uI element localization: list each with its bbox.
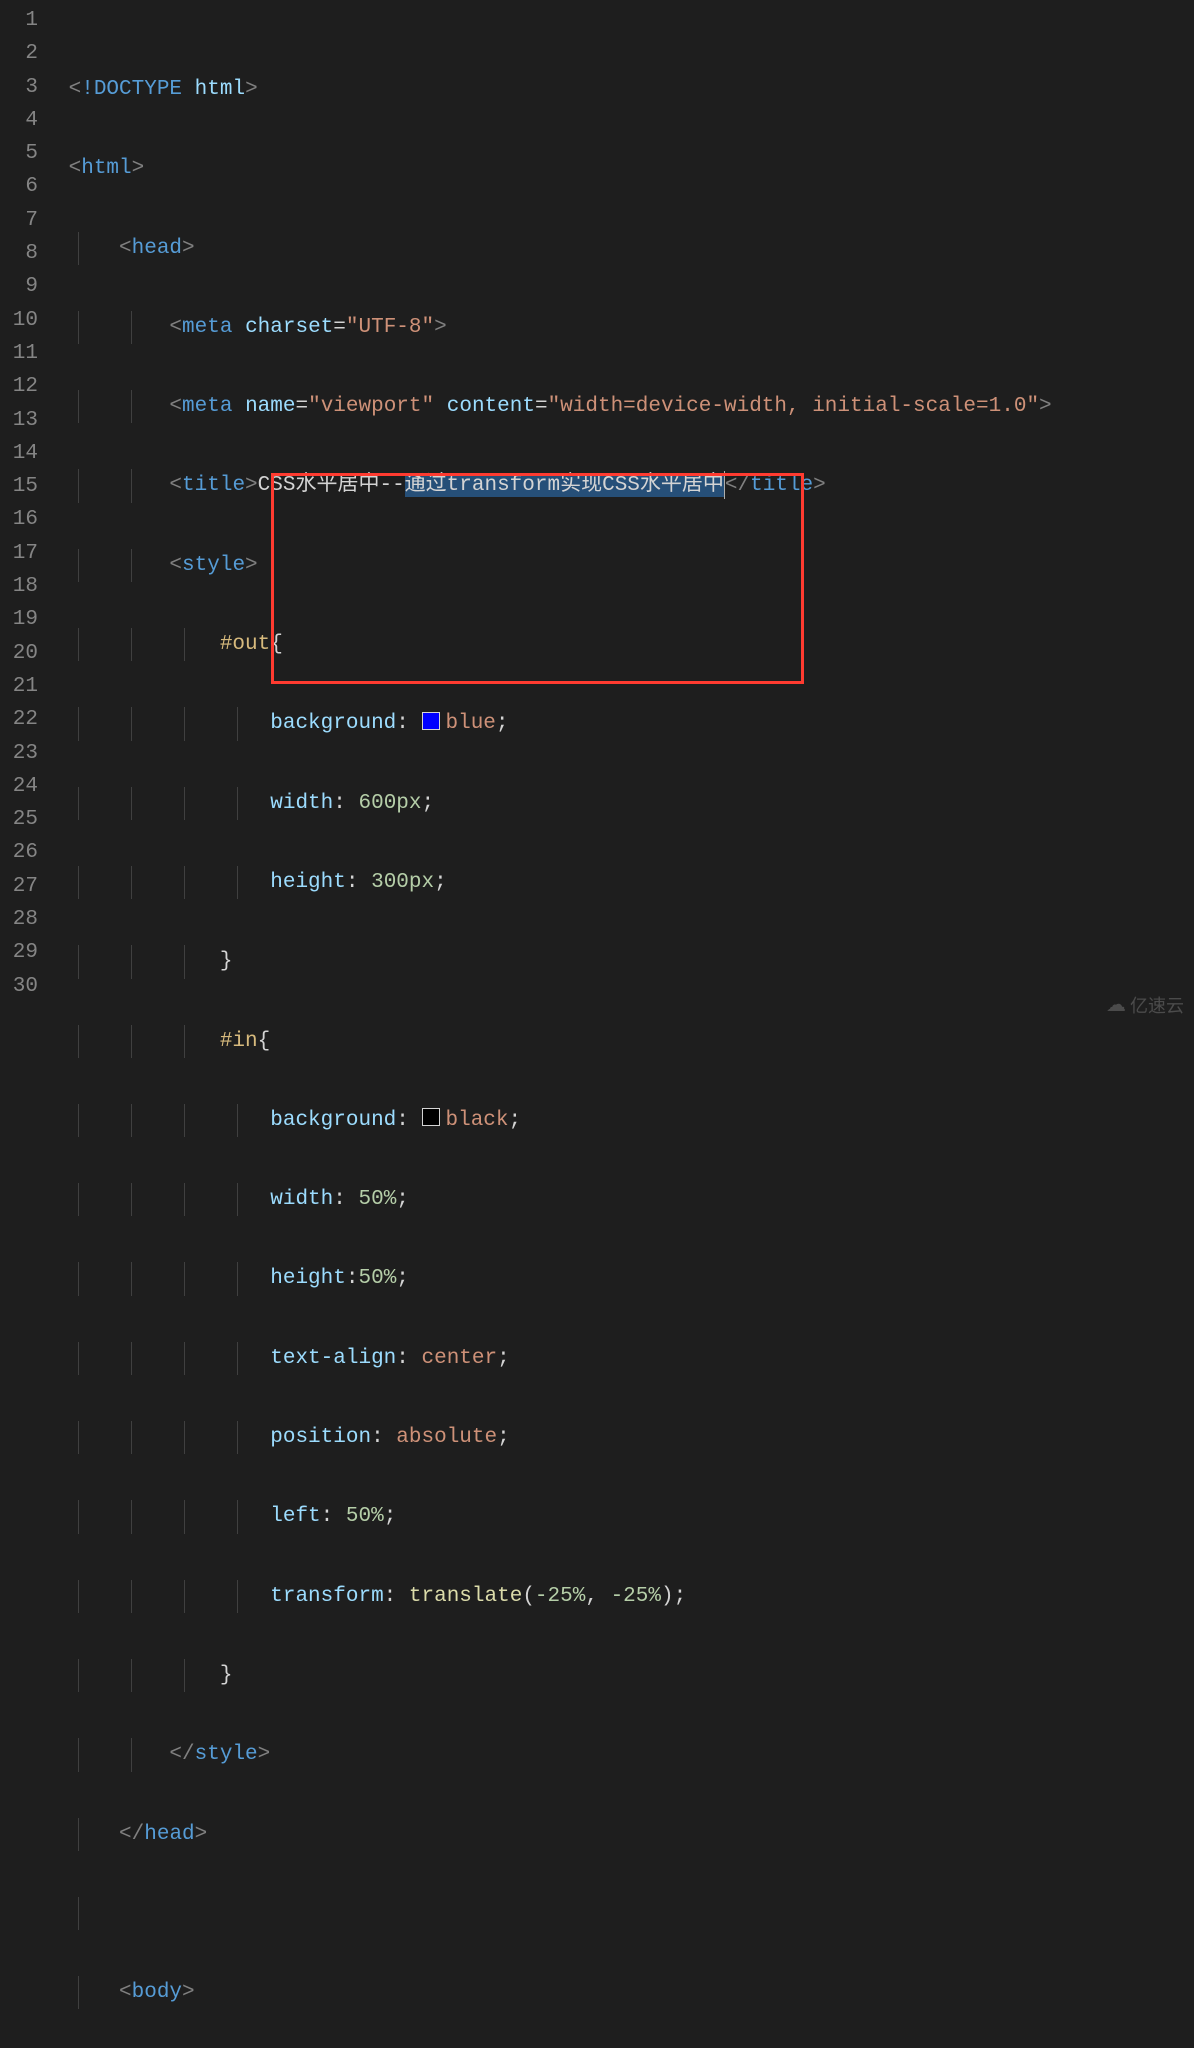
line-number: 1 (0, 4, 56, 37)
line-number: 23 (0, 737, 56, 770)
code-line[interactable]: height: 300px; (56, 866, 1194, 899)
code-line[interactable]: <meta name="viewport" content="width=dev… (56, 390, 1194, 423)
line-number: 26 (0, 836, 56, 869)
code-line[interactable]: <head> (56, 232, 1194, 265)
line-number: 15 (0, 470, 56, 503)
line-number: 29 (0, 936, 56, 969)
line-number: 14 (0, 437, 56, 470)
line-number: 19 (0, 603, 56, 636)
line-number: 24 (0, 770, 56, 803)
code-line[interactable]: <title>CSS水平居中--通过transform实现CSS水平居中</ti… (56, 469, 1194, 502)
code-line[interactable]: #out{ (56, 628, 1194, 661)
line-number: 25 (0, 803, 56, 836)
color-swatch-black[interactable] (422, 1108, 440, 1126)
code-line[interactable]: background: black; (56, 1104, 1194, 1137)
code-line[interactable]: transform: translate(-25%, -25%); (56, 1580, 1194, 1613)
code-line[interactable]: background: blue; (56, 707, 1194, 740)
code-line[interactable]: position: absolute; (56, 1421, 1194, 1454)
line-number: 27 (0, 870, 56, 903)
code-line[interactable]: text-align: center; (56, 1342, 1194, 1375)
code-editor[interactable]: 1 2 3 4 5 6 7 8 9 10 11 12 13 14 15 16 1… (0, 0, 1194, 1024)
line-number: 3 (0, 71, 56, 104)
code-line[interactable] (56, 1897, 1194, 1930)
line-number: 20 (0, 637, 56, 670)
code-line[interactable]: <!DOCTYPE html> (56, 73, 1194, 106)
line-number: 2 (0, 37, 56, 70)
line-number: 16 (0, 503, 56, 536)
code-line[interactable]: </head> (56, 1818, 1194, 1851)
code-line[interactable]: left: 50%; (56, 1500, 1194, 1533)
code-line[interactable]: <style> (56, 549, 1194, 582)
code-line[interactable]: <meta charset="UTF-8"> (56, 311, 1194, 344)
line-number: 18 (0, 570, 56, 603)
watermark: ☁ 亿速云 (1106, 992, 1184, 1018)
line-number: 17 (0, 537, 56, 570)
line-number: 30 (0, 970, 56, 1003)
watermark-text: 亿速云 (1130, 992, 1184, 1018)
line-number-gutter: 1 2 3 4 5 6 7 8 9 10 11 12 13 14 15 16 1… (0, 0, 56, 1024)
cloud-icon: ☁ (1106, 992, 1126, 1018)
line-number: 8 (0, 237, 56, 270)
code-line[interactable]: <html> (56, 152, 1194, 185)
line-number: 10 (0, 304, 56, 337)
code-line[interactable]: height:50%; (56, 1262, 1194, 1295)
line-number: 4 (0, 104, 56, 137)
code-line[interactable]: } (56, 1659, 1194, 1692)
selected-text: 通过transform实现CSS水平居中 (405, 474, 724, 497)
line-number: 9 (0, 270, 56, 303)
line-number: 5 (0, 137, 56, 170)
line-number: 11 (0, 337, 56, 370)
line-number: 7 (0, 204, 56, 237)
line-number: 28 (0, 903, 56, 936)
line-number: 13 (0, 404, 56, 437)
code-area[interactable]: <!DOCTYPE html> <html> <head> <meta char… (56, 0, 1194, 1024)
line-number: 6 (0, 170, 56, 203)
color-swatch-blue[interactable] (422, 712, 440, 730)
code-line[interactable]: width: 50%; (56, 1183, 1194, 1216)
code-line[interactable]: #in{ (56, 1025, 1194, 1058)
line-number: 12 (0, 370, 56, 403)
line-number: 21 (0, 670, 56, 703)
code-line[interactable]: <body> (56, 1976, 1194, 2009)
code-line[interactable]: } (56, 945, 1194, 978)
code-line[interactable]: width: 600px; (56, 787, 1194, 820)
line-number: 22 (0, 703, 56, 736)
code-line[interactable]: </style> (56, 1738, 1194, 1771)
